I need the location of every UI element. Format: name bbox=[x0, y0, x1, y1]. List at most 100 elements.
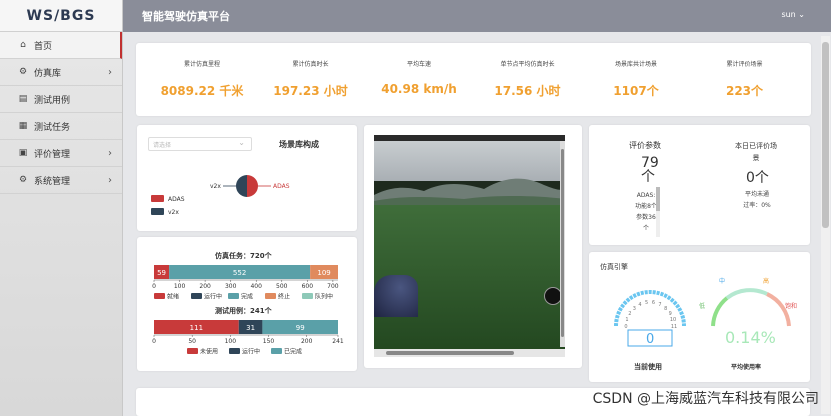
legend-swatch bbox=[265, 293, 276, 299]
legend-swatch-v2x bbox=[151, 208, 164, 215]
eval-params-title: 评价参数 bbox=[629, 141, 661, 150]
sidebar-item-3[interactable]: ▦ 测试任务 bbox=[0, 113, 122, 140]
gauge-tick-label: 7 bbox=[658, 302, 661, 308]
chevron-right-icon: › bbox=[108, 147, 112, 159]
current-usage-value: 0 bbox=[646, 332, 654, 347]
gauge-tick-label: 0 bbox=[624, 324, 627, 330]
page-title: 智能驾驶仿真平台 bbox=[142, 10, 230, 23]
current-usage-label: 当前使用 bbox=[634, 362, 662, 371]
avg-usage-value: 0.14% bbox=[725, 328, 776, 347]
legend-label-adas: ADAS bbox=[168, 196, 185, 203]
bar-value-label: 111 bbox=[190, 324, 203, 332]
legend-label: 就绪 bbox=[167, 293, 179, 301]
library-icon: ⚙ bbox=[18, 67, 28, 77]
avg-usage-tick-low: 低 bbox=[699, 302, 705, 310]
gauge-tick-label: 3 bbox=[633, 306, 636, 312]
stat-item: 单节点平均仿真时长 17.56 小时 bbox=[478, 59, 578, 99]
bar-value-label: 109 bbox=[317, 269, 330, 277]
pie-slice-v2x bbox=[236, 175, 247, 197]
eval-today-title: 本日已评价场景 bbox=[735, 142, 777, 162]
eval-params-value: 79个 bbox=[641, 155, 659, 185]
bar-value-label: 31 bbox=[246, 324, 255, 332]
gauge-tick-label: 5 bbox=[645, 300, 648, 306]
avg-usage-gauge-arc-low bbox=[711, 296, 729, 327]
task-bar-charts: 仿真任务：720个 测试用例：241个 59 552 109 0 100 200 300 40… bbox=[152, 251, 344, 356]
x-tick-label: 100 bbox=[225, 338, 237, 345]
legend-label: 终止 bbox=[278, 293, 290, 301]
stat-label: 累计仿真里程 bbox=[183, 61, 220, 68]
sidebar-item-2[interactable]: ▤ 测试用例 bbox=[0, 86, 122, 113]
gauge-tick-label: 8 bbox=[664, 306, 667, 312]
pie-label-v2x: v2x bbox=[210, 183, 221, 190]
x-tick-label: 200 bbox=[301, 338, 313, 345]
task-chart-title: 仿真任务：720个 bbox=[215, 251, 273, 260]
evaluation-icon: ▣ bbox=[18, 148, 28, 158]
stat-value: 223个 bbox=[725, 84, 764, 98]
x-tick-label: 500 bbox=[276, 283, 288, 290]
legend-swatch bbox=[191, 293, 202, 299]
simulation-viewport[interactable] bbox=[374, 135, 565, 357]
sidebar-item-label: 评价管理 bbox=[34, 149, 71, 160]
gauge-tick-label: 2 bbox=[628, 311, 631, 317]
sidebar-item-label: 系统管理 bbox=[34, 176, 71, 187]
gauge-tick-label: 6 bbox=[652, 300, 655, 306]
pie-label-adas: ADAS bbox=[273, 183, 290, 190]
legend-label: 运行中 bbox=[242, 348, 260, 356]
stat-item: 累计仿真时长 197.23 小时 bbox=[261, 59, 361, 99]
page-scrollbar[interactable] bbox=[821, 36, 830, 414]
gear-icon: ⚙ bbox=[18, 175, 28, 185]
bar-value-label: 59 bbox=[157, 269, 166, 277]
stat-label: 场景库共计场景 bbox=[614, 61, 657, 68]
user-menu[interactable]: sun ⌄ bbox=[781, 10, 805, 19]
stat-value: 8089.22 千米 bbox=[160, 84, 244, 98]
sidebar-item-label: 测试任务 bbox=[34, 122, 71, 133]
x-tick-label: 0 bbox=[152, 283, 156, 290]
legend-swatch bbox=[154, 293, 165, 299]
simulation-view-card bbox=[364, 125, 582, 368]
scene-composition-card: 请选择 ⌄ 场景库构成 v2x ADAS ADAS v2x bbox=[137, 125, 357, 231]
engine-gauges: 01234 5 6 7891011 0 当前使用 低 中 高 饱和 0.14% 平均使… bbox=[614, 277, 797, 371]
legend-swatch bbox=[302, 293, 313, 299]
legend-label: 运行中 bbox=[204, 293, 222, 301]
eval-scroll[interactable] bbox=[656, 187, 660, 237]
page-scrollbar-thumb[interactable] bbox=[822, 42, 829, 228]
gauge-tick-label: 11 bbox=[671, 324, 677, 330]
sidebar: WS/BGS ⌂ 首页 ⚙ 仿真库 › ▤ 测试用例 ▦ 测试任务 ▣ 评价管理 › ⚙ 系统管理 › bbox=[0, 0, 123, 416]
chevron-right-icon: › bbox=[108, 174, 112, 186]
legend-swatch bbox=[187, 348, 198, 354]
x-tick-label: 0 bbox=[152, 338, 156, 345]
document-icon: ▤ bbox=[18, 94, 28, 104]
sidebar-item-4[interactable]: ▣ 评价管理 › bbox=[0, 140, 122, 167]
sidebar-item-5[interactable]: ⚙ 系统管理 › bbox=[0, 167, 122, 194]
engine-card: 仿真引擎 0 1 2 3 4 5 6 7 8 9 10 11 0 当前使用 低 中 高 饱和 0.14… bbox=[589, 252, 810, 382]
stat-label: 单节点平均仿真时长 bbox=[500, 61, 555, 68]
case-chart-title: 测试用例：241个 bbox=[215, 306, 273, 315]
avg-usage-gauge-arc-mid bbox=[725, 288, 768, 300]
stat-value: 197.23 小时 bbox=[273, 84, 348, 98]
evaluation-card: 评价参数 79个 ADAS: 功能8个 参数36 个 本日已评价场景 0个 平均未通过… bbox=[589, 125, 810, 245]
sidebar-item-1[interactable]: ⚙ 仿真库 › bbox=[0, 59, 122, 86]
x-tick-label: 600 bbox=[302, 283, 314, 290]
legend-swatch bbox=[229, 348, 240, 354]
stats-card: 累计仿真里程 8089.22 千米 累计仿真时长 197.23 小时 平均车速 40.98… bbox=[136, 43, 811, 116]
x-tick-label: 200 bbox=[199, 283, 211, 290]
legend-swatch bbox=[271, 348, 282, 354]
stat-label: 累计仿真时长 bbox=[292, 61, 329, 68]
app-logo[interactable]: WS/BGS bbox=[0, 0, 122, 32]
legend-swatch bbox=[228, 293, 239, 299]
x-tick-label: 300 bbox=[225, 283, 237, 290]
viewport-scrollbar-vertical[interactable] bbox=[560, 141, 565, 347]
avg-usage-tick-high: 高 bbox=[763, 277, 769, 285]
bar-value-label: 99 bbox=[296, 324, 305, 332]
stat-value: 17.56 小时 bbox=[494, 84, 561, 98]
gauge-tick-label: 4 bbox=[638, 302, 641, 308]
scene-pie-chart: v2x ADAS ADAS v2x bbox=[151, 175, 290, 216]
gauge-tick-label: 10 bbox=[670, 317, 676, 323]
sidebar-item-label: 首页 bbox=[34, 41, 53, 52]
viewport-scrollbar-horizontal[interactable] bbox=[374, 349, 565, 357]
x-tick-label: 100 bbox=[174, 283, 186, 290]
sidebar-item-0[interactable]: ⌂ 首页 bbox=[0, 32, 122, 59]
legend-swatch-adas bbox=[151, 195, 164, 202]
eval-today-value: 0个 bbox=[746, 170, 769, 186]
detail-line: 平均未通 bbox=[744, 191, 769, 198]
